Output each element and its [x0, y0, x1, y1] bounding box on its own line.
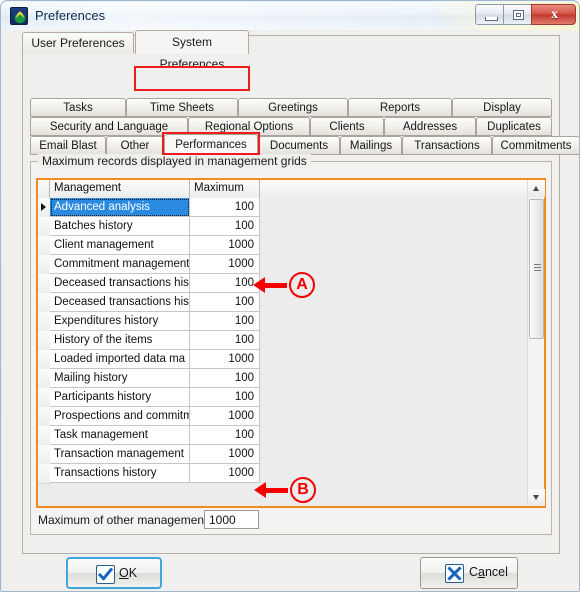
row-selector-arrow-icon — [41, 203, 46, 211]
cell-management[interactable]: Commitment management — [50, 255, 190, 274]
ok-button[interactable]: OK — [66, 557, 162, 589]
cell-maximum[interactable]: 1000 — [190, 236, 260, 255]
inner-tab-documents[interactable]: Documents — [258, 136, 340, 155]
grid-vertical-scrollbar[interactable] — [527, 180, 545, 506]
cell-management[interactable]: Transaction management — [50, 445, 190, 464]
scrollbar-grip — [534, 267, 541, 268]
close-button[interactable]: x — [531, 4, 576, 25]
cell-management[interactable]: Deceased transactions his — [50, 293, 190, 312]
inner-tab-duplicates[interactable]: Duplicates — [476, 117, 552, 136]
cell-maximum[interactable]: 1000 — [190, 255, 260, 274]
inner-tab-display[interactable]: Display — [452, 98, 552, 117]
close-icon: x — [551, 7, 558, 22]
inner-tab-email-blast[interactable]: Email Blast — [30, 136, 106, 155]
max-other-managements-input[interactable] — [204, 510, 259, 529]
cell-maximum[interactable]: 1000 — [190, 464, 260, 483]
cell-maximum[interactable]: 100 — [190, 426, 260, 445]
x-mark-icon — [445, 564, 464, 583]
inner-tab-tasks[interactable]: Tasks — [30, 98, 126, 117]
cell-management[interactable]: Loaded imported data ma — [50, 350, 190, 369]
inner-tab-performances[interactable]: Performances — [164, 134, 258, 155]
cell-management[interactable]: Client management — [50, 236, 190, 255]
window-title: Preferences — [35, 8, 106, 23]
cell-maximum[interactable]: 1000 — [190, 350, 260, 369]
cell-maximum[interactable]: 100 — [190, 293, 260, 312]
scroll-up-button[interactable] — [528, 180, 545, 197]
cell-maximum[interactable]: 100 — [190, 217, 260, 236]
ok-button-label: OK — [119, 566, 138, 580]
cell-maximum[interactable]: 100 — [190, 312, 260, 331]
cell-maximum[interactable]: 1000 — [190, 407, 260, 426]
preferences-window: Preferences x User Preferences System Pr… — [0, 0, 580, 592]
scrollbar-grip — [534, 264, 541, 265]
leaf-emblem-icon — [10, 7, 28, 25]
tab-system-preferences[interactable]: System Preferences — [135, 30, 249, 71]
cell-management[interactable]: Batches history — [50, 217, 190, 236]
inner-tab-reports[interactable]: Reports — [348, 98, 452, 117]
cell-management[interactable]: History of the items — [50, 331, 190, 350]
inner-tab-mailings[interactable]: Mailings — [340, 136, 402, 155]
inner-tab-time-sheets[interactable]: Time Sheets — [126, 98, 238, 117]
client-area: User Preferences System Preferences Task… — [2, 30, 579, 591]
minimize-button[interactable] — [475, 4, 504, 25]
grid-rows: Advanced analysis 100 Batches history 100 Cl… — [38, 198, 527, 506]
tab-user-preferences[interactable]: User Preferences — [22, 32, 134, 53]
inner-tab-commitments[interactable]: Commitments — [492, 136, 579, 155]
cell-maximum[interactable]: 100 — [190, 388, 260, 407]
grid-header-row: Management Maximum — [38, 180, 527, 199]
cell-maximum[interactable]: 1000 — [190, 445, 260, 464]
cell-management[interactable]: Advanced analysis — [50, 198, 190, 217]
cell-management[interactable]: Participants history — [50, 388, 190, 407]
inner-tab-transactions[interactable]: Transactions — [402, 136, 492, 155]
inner-tab-clients[interactable]: Clients — [310, 117, 384, 136]
scrollbar-grip — [534, 270, 541, 271]
cell-maximum[interactable]: 100 — [190, 274, 260, 293]
scrollbar-thumb[interactable] — [529, 199, 544, 339]
maximize-button[interactable] — [503, 4, 532, 25]
cell-management[interactable]: Prospections and commitm — [50, 407, 190, 426]
ok-label-rest: K — [128, 566, 138, 580]
cell-management[interactable]: Transactions history — [50, 464, 190, 483]
cell-maximum[interactable]: 100 — [190, 369, 260, 388]
inner-tab-addresses[interactable]: Addresses — [384, 117, 476, 136]
grid-header-maximum[interactable]: Maximum — [190, 180, 260, 198]
window-controls: x — [475, 4, 576, 26]
grid-viewport: Management Maximum Advanced analysis 100 B… — [38, 180, 527, 506]
inner-tab-greetings[interactable]: Greetings — [238, 98, 348, 117]
cell-management[interactable]: Mailing history — [50, 369, 190, 388]
maximize-icon — [513, 10, 524, 20]
cancel-button[interactable]: Cancel — [420, 557, 518, 589]
checkmark-icon — [96, 565, 115, 584]
title-bar[interactable]: Preferences x — [2, 2, 579, 30]
inner-tab-security-and-language[interactable]: Security and Language — [30, 117, 188, 136]
max-other-managements-field: Maximum of other managements: — [30, 507, 552, 535]
minimize-icon — [485, 17, 498, 21]
chevron-up-icon — [533, 186, 539, 191]
management-grid[interactable]: Management Maximum Advanced analysis 100 B… — [36, 178, 546, 508]
inner-tab-other[interactable]: Other — [106, 136, 164, 155]
grid-header-corner — [38, 180, 50, 198]
chevron-down-icon — [533, 495, 539, 500]
max-other-managements-label: Maximum of other managements: — [38, 513, 217, 527]
max-records-legend: Maximum records displayed in management … — [38, 154, 311, 168]
cancel-button-label: Cancel — [469, 565, 508, 579]
cell-maximum[interactable]: 100 — [190, 198, 260, 217]
cell-management[interactable]: Deceased transactions his — [50, 274, 190, 293]
cell-maximum[interactable]: 100 — [190, 331, 260, 350]
cell-management[interactable]: Task management — [50, 426, 190, 445]
cell-management[interactable]: Expenditures history — [50, 312, 190, 331]
grid-header-management[interactable]: Management — [50, 180, 190, 198]
grid-empty-area — [260, 198, 527, 506]
scroll-down-button[interactable] — [528, 489, 545, 506]
